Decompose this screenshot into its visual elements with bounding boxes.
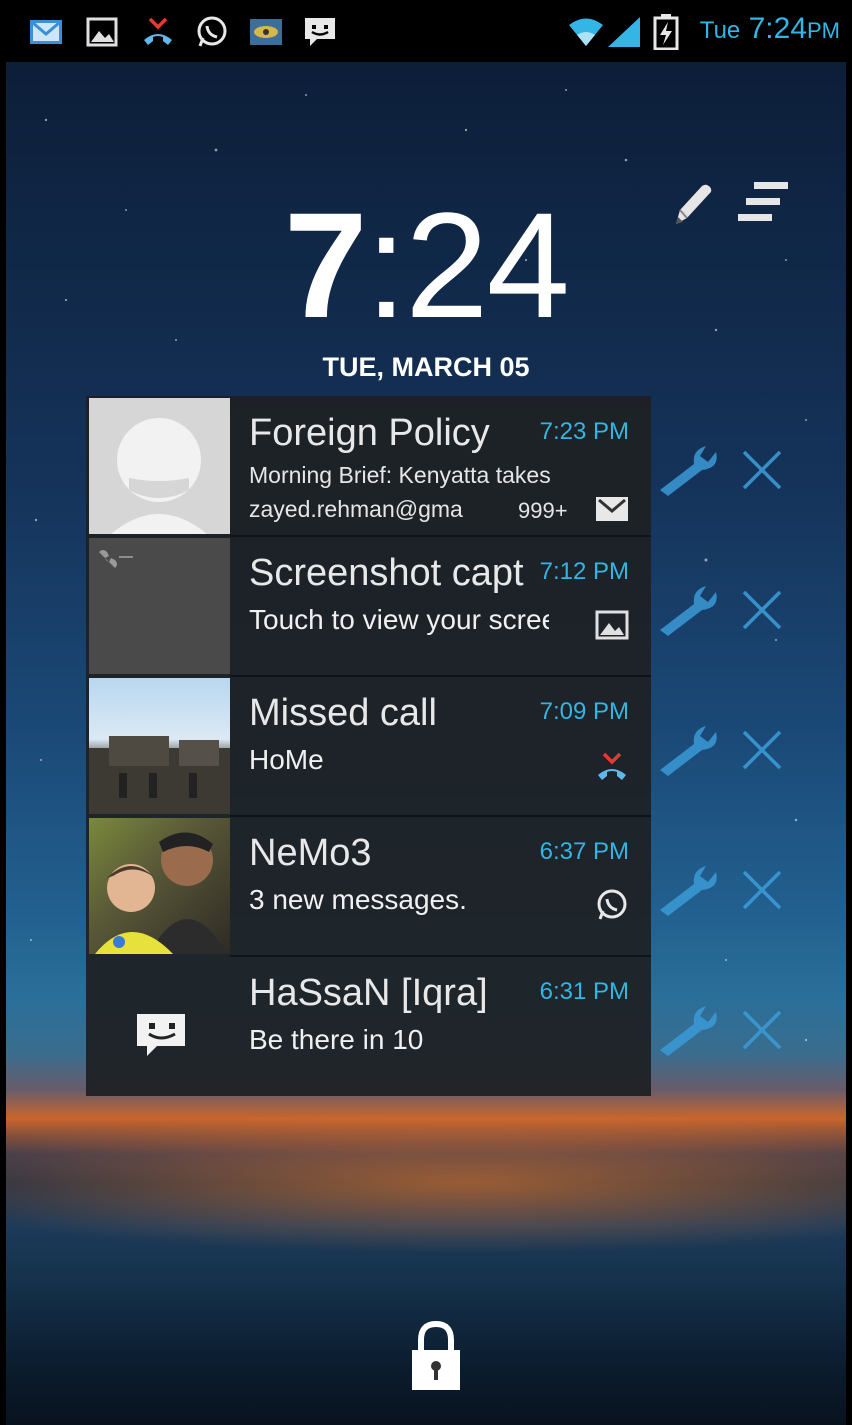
status-clock: Tue 7:24PM	[700, 12, 840, 46]
notification-text: Touch to view your screenshot	[249, 604, 549, 635]
contact-photo	[89, 678, 230, 814]
gmail-icon	[595, 494, 629, 524]
status-bar[interactable]: Tue 7:24PM	[6, 0, 846, 62]
unlock-lock-icon[interactable]	[410, 1320, 462, 1397]
notification-account: zayed.rehman@gma	[249, 496, 463, 522]
battery-charging-icon	[648, 14, 684, 50]
notification-text: Be there in 10	[249, 1024, 424, 1055]
close-icon[interactable]	[738, 586, 786, 639]
notification-count: 999+	[518, 498, 568, 523]
contact-photo	[89, 818, 230, 954]
notification-item[interactable]: Foreign Policy 7:23 PM Morning Brief: Ke…	[86, 396, 651, 536]
gallery-icon	[84, 14, 120, 50]
status-ampm: PM	[807, 18, 840, 43]
notification-list-icon[interactable]	[732, 180, 792, 231]
gmail-icon	[28, 14, 64, 50]
close-icon[interactable]	[738, 1006, 786, 1059]
notification-time: 6:31 PM	[539, 978, 629, 1005]
contact-avatar	[89, 398, 230, 534]
wrench-icon[interactable]	[656, 1002, 722, 1063]
gallery-icon	[595, 610, 629, 640]
lockscreen-clock: 7:24	[6, 190, 846, 340]
whatsapp-icon	[194, 14, 230, 50]
pencil-icon[interactable]	[668, 180, 714, 231]
notification-item[interactable]: NeMo3 6:37 PM 3 new messages.	[86, 816, 651, 956]
lockscreen-date: TUE, MARCH 05	[322, 352, 530, 382]
missed-call-icon	[595, 752, 629, 782]
notification-item[interactable]: Missed call 7:09 PM HoMe	[86, 676, 651, 816]
wifi-icon	[568, 14, 604, 50]
whatsapp-icon	[595, 889, 629, 920]
image-thumb-icon	[248, 14, 284, 50]
close-icon[interactable]	[738, 726, 786, 779]
notification-time: 7:23 PM	[539, 418, 629, 445]
notification-time: 6:37 PM	[539, 838, 629, 865]
notification-text: 3 new messages.	[249, 884, 467, 915]
notification-item[interactable]: Screenshot captured 7:12 PM Touch to vie…	[86, 536, 651, 676]
screenshot-thumbnail	[89, 538, 230, 674]
close-icon[interactable]	[738, 446, 786, 499]
status-time: 7:24	[748, 12, 807, 45]
wrench-icon[interactable]	[656, 442, 722, 503]
notification-panel: Foreign Policy 7:23 PM Morning Brief: Ke…	[86, 396, 651, 1096]
notification-actions	[656, 1002, 786, 1062]
missed-call-icon	[140, 14, 176, 50]
wrench-icon[interactable]	[656, 862, 722, 923]
notification-title: Missed call	[249, 692, 437, 734]
clock-hours: 7	[284, 181, 367, 349]
wrench-icon[interactable]	[656, 722, 722, 783]
notification-title: HaSsaN [Iqra]	[249, 972, 488, 1014]
close-icon[interactable]	[738, 866, 786, 919]
notification-actions	[656, 442, 786, 502]
clock-minutes: 24	[405, 181, 570, 349]
notification-text: HoMe	[249, 744, 324, 775]
notification-actions	[656, 582, 786, 642]
notification-title: Foreign Policy	[249, 412, 490, 454]
notification-actions	[656, 722, 786, 782]
message-icon	[302, 14, 338, 50]
status-day: Tue	[699, 17, 741, 44]
signal-icon	[606, 14, 642, 50]
notification-actions	[656, 862, 786, 922]
lock-screen: Tue 7:24PM 7:24 TUE, MARCH 05 Foreign Po…	[6, 0, 846, 1425]
notification-text: Morning Brief: Kenyatta takes	[249, 462, 551, 488]
message-app-icon	[89, 958, 230, 1094]
notification-title: NeMo3	[249, 832, 372, 874]
notification-title: Screenshot captured	[249, 552, 524, 594]
clock-separator: :	[365, 181, 407, 349]
notification-time: 7:09 PM	[539, 698, 629, 725]
notification-item[interactable]: HaSsaN [Iqra] 6:31 PM Be there in 10	[86, 956, 651, 1096]
wrench-icon[interactable]	[656, 582, 722, 643]
notification-time: 7:12 PM	[539, 558, 629, 585]
